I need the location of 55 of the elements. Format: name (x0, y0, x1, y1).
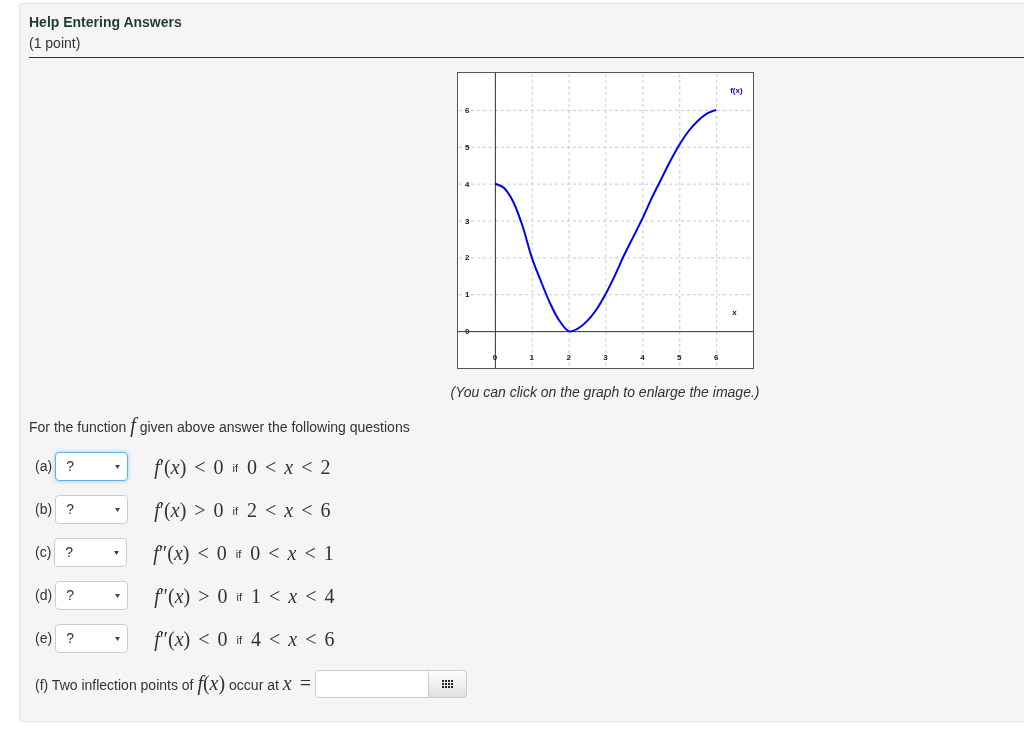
tick-label: 4 (639, 352, 645, 362)
instructions-text: For the function f given above answer the following questions (29, 415, 410, 438)
tick-label: 4 (464, 179, 469, 189)
answer-input[interactable] (314, 670, 429, 698)
math-expression: f″(x) > 0 (154, 584, 228, 607)
question-label: (a) (35, 458, 53, 475)
series-label: f(x) (729, 86, 743, 96)
question-text: (f) Two inflection points of f(x) occur at x = (35, 672, 311, 696)
caret-icon (115, 636, 121, 641)
point-value: (1 point) (29, 35, 81, 52)
math-expression: 4 < x < 6 (251, 627, 335, 650)
math-expression: 0 < x < 2 (247, 455, 331, 478)
caret-icon (115, 593, 121, 598)
math-expression: f″(x) < 0 (154, 627, 228, 650)
connector-text: if (232, 504, 239, 518)
grid-icon (441, 679, 453, 689)
tick-label: 0 (492, 352, 497, 362)
tick-label: 1 (529, 352, 534, 362)
tick-label: 3 (602, 352, 608, 362)
math-expression: f″(x) < 0 (153, 541, 227, 564)
math-expression: f′(x) < 0 (154, 455, 224, 478)
tick-label: 5 (464, 142, 469, 152)
math-expression: 1 < x < 4 (251, 584, 335, 607)
answer-select[interactable]: ? (54, 538, 128, 567)
axis-label: x (731, 307, 737, 317)
answer-select[interactable]: ? (55, 495, 129, 524)
tick-label: 5 (676, 352, 681, 362)
tick-label: 2 (464, 253, 469, 263)
answer-select[interactable]: ? (55, 581, 129, 610)
connector-text: if (232, 461, 239, 475)
tick-label: 6 (713, 352, 718, 362)
question-label: (e) (35, 630, 53, 647)
tick-label: 3 (464, 216, 469, 226)
caret-icon (114, 550, 120, 555)
tick-label: 2 (565, 352, 571, 362)
question-label: (b) (35, 501, 53, 518)
question-label: (c) (35, 544, 52, 561)
function-graph[interactable]: 0 1 2 3 4 5 6 0 1 2 3 4 5 6 f(x) x (456, 72, 754, 369)
graph-caption: (You can click on the graph to enlarge the image.) (450, 384, 760, 401)
math-expression: f′(x) > 0 (154, 498, 224, 521)
connector-text: if (236, 590, 243, 604)
tick-label: 0 (464, 327, 469, 337)
math-expression: 2 < x < 6 (247, 498, 331, 521)
answer-select[interactable]: ? (55, 624, 129, 653)
question-label: (d) (35, 587, 53, 604)
problem-title: Help Entering Answers (29, 14, 182, 31)
connector-text: if (236, 633, 243, 647)
math-expression: 0 < x < 1 (250, 541, 334, 564)
answer-select[interactable]: ? (55, 452, 129, 481)
caret-icon (115, 507, 121, 512)
keypad-button[interactable] (428, 670, 467, 698)
tick-label: 6 (464, 105, 469, 115)
caret-icon (115, 464, 121, 469)
tick-label: 1 (464, 290, 469, 300)
connector-text: if (235, 547, 242, 561)
